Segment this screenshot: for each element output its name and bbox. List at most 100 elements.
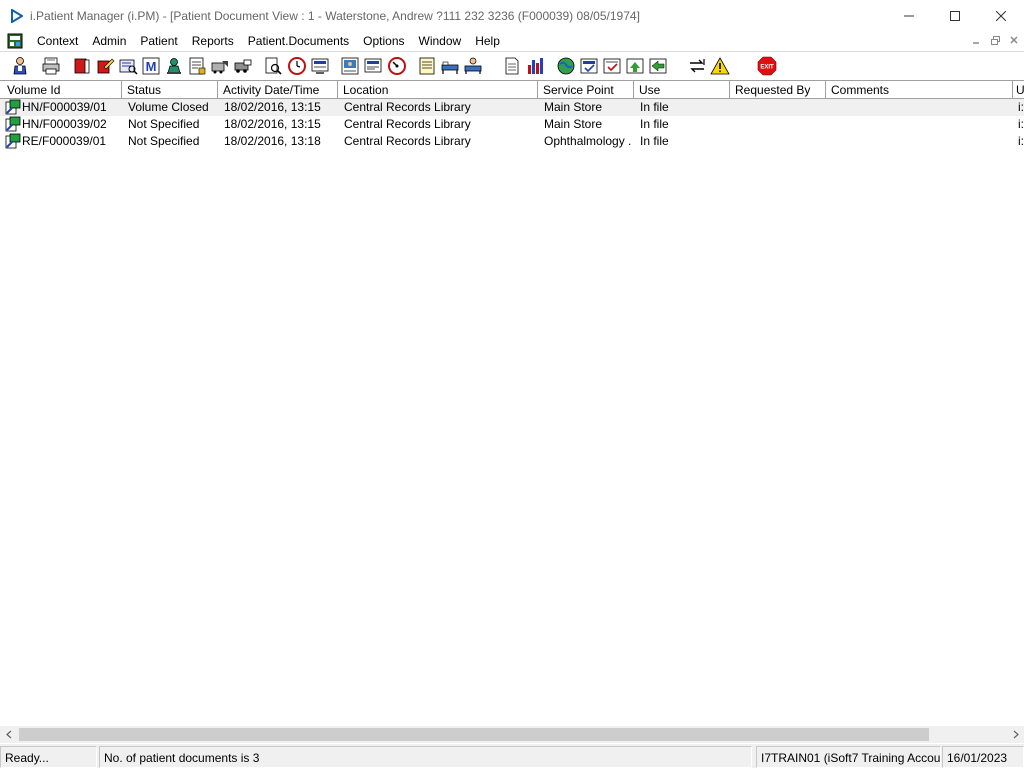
- green-arrow-icon: [626, 58, 644, 74]
- menu-context[interactable]: Context: [30, 31, 85, 51]
- transfer-icon: [211, 61, 228, 74]
- cell-location: Central Records Library: [344, 134, 471, 148]
- menu-reports[interactable]: Reports: [185, 31, 241, 51]
- toolbar-button-screen[interactable]: [309, 55, 331, 77]
- toolbar-button-clock[interactable]: [286, 55, 308, 77]
- column-header-use[interactable]: Use: [634, 81, 730, 99]
- toolbar-button-chart[interactable]: [524, 55, 546, 77]
- check-document-icon: [580, 58, 598, 74]
- toolbar-button-search-document[interactable]: [262, 55, 284, 77]
- minimize-icon: [973, 42, 979, 44]
- child-window-controls: [968, 33, 1022, 47]
- toolbar-button-globe[interactable]: [555, 55, 577, 77]
- menu-window[interactable]: Window: [412, 31, 469, 51]
- cell-service-point: Main Store: [544, 100, 603, 114]
- notes-icon: [419, 57, 435, 75]
- svg-text:M: M: [146, 59, 157, 74]
- toolbar-button-verify[interactable]: [601, 55, 623, 77]
- refresh-icon: [649, 58, 667, 74]
- toolbar-button-print[interactable]: [40, 55, 62, 77]
- toolbar-button-check-document[interactable]: [578, 55, 600, 77]
- close-button[interactable]: [978, 0, 1024, 31]
- window-title: i.Patient Manager (i.PM) - [Patient Docu…: [30, 8, 640, 23]
- cell-volume-id: HN/F000039/01: [22, 100, 107, 114]
- screen-icon: [311, 58, 329, 74]
- toolbar-button-dial[interactable]: [386, 55, 408, 77]
- menu-patient-documents[interactable]: Patient.Documents: [241, 31, 356, 51]
- column-header-requested-by[interactable]: Requested By: [730, 81, 826, 99]
- letter-m-icon: M: [142, 57, 160, 75]
- menu-help[interactable]: Help: [468, 31, 507, 51]
- restore-icon: [990, 35, 1000, 45]
- menu-options[interactable]: Options: [356, 31, 411, 51]
- toolbar-button-book[interactable]: [71, 55, 93, 77]
- app-logo-icon: [9, 8, 25, 24]
- cell-use: In file: [640, 117, 669, 131]
- cell-activity: 18/02/2016, 13:15: [224, 117, 321, 131]
- table-row[interactable]: HN/F000039/01 Volume Closed 18/02/2016, …: [0, 99, 1024, 116]
- toolbar-button-green-arrow[interactable]: [624, 55, 646, 77]
- cell-location: Central Records Library: [344, 117, 471, 131]
- cell-u: i:: [1018, 100, 1024, 114]
- menu-patient[interactable]: Patient: [133, 31, 184, 51]
- toolbar-button-warning[interactable]: [709, 55, 731, 77]
- globe-icon: [557, 57, 575, 75]
- cell-activity: 18/02/2016, 13:15: [224, 100, 321, 114]
- column-header-service-point[interactable]: Service Point: [538, 81, 634, 99]
- toolbar-button-form[interactable]: [186, 55, 208, 77]
- person-card-icon: [167, 58, 181, 74]
- toolbar-button-photo[interactable]: [339, 55, 361, 77]
- table-row[interactable]: RE/F000039/01 Not Specified 18/02/2016, …: [0, 133, 1024, 150]
- volume-icon: [5, 133, 21, 149]
- photo-icon: [341, 57, 359, 75]
- scroll-right-button[interactable]: [1007, 726, 1024, 743]
- toolbar-button-m[interactable]: M: [140, 55, 162, 77]
- maximize-button[interactable]: [932, 0, 978, 31]
- column-header-volume-id[interactable]: Volume Id: [2, 81, 122, 99]
- toolbar-button-swap[interactable]: [686, 55, 708, 77]
- toolbar-button-transfer[interactable]: [209, 55, 231, 77]
- minimize-icon: [904, 15, 914, 16]
- child-close-button[interactable]: [1006, 33, 1022, 47]
- minimize-button[interactable]: [886, 0, 932, 31]
- menu-admin[interactable]: Admin: [85, 31, 133, 51]
- window-controls: [886, 0, 1024, 31]
- cell-volume-id: HN/F000039/02: [22, 117, 107, 131]
- status-document-count: No. of patient documents is 3: [99, 746, 752, 768]
- toolbar-button-person-card[interactable]: [163, 55, 185, 77]
- verify-icon: [603, 58, 621, 74]
- toolbar-button-transport[interactable]: [232, 55, 254, 77]
- document-window-icon[interactable]: [7, 33, 23, 49]
- exit-label: EXIT: [760, 65, 774, 71]
- column-header-location[interactable]: Location: [338, 81, 538, 99]
- toolbar-button-ward[interactable]: [462, 55, 484, 77]
- column-header-comments[interactable]: Comments: [826, 81, 1013, 99]
- cell-status: Not Specified: [128, 134, 200, 148]
- toolbar-button-edit-book[interactable]: [94, 55, 116, 77]
- transport-icon: [234, 59, 252, 73]
- patient-documents-grid: Volume Id Status Activity Date/Time Loca…: [0, 80, 1024, 726]
- table-row[interactable]: HN/F000039/02 Not Specified 18/02/2016, …: [0, 116, 1024, 133]
- horizontal-scrollbar[interactable]: [0, 726, 1024, 743]
- column-header-u[interactable]: U: [1013, 81, 1024, 99]
- column-header-status[interactable]: Status: [122, 81, 218, 99]
- scroll-left-button[interactable]: [0, 726, 17, 743]
- toolbar-button-message[interactable]: [362, 55, 384, 77]
- chevron-left-icon: [5, 730, 11, 739]
- child-restore-button[interactable]: [987, 33, 1003, 47]
- toolbar-button-patient[interactable]: [9, 55, 31, 77]
- book-icon: [74, 58, 90, 74]
- toolbar: M EXIT: [0, 52, 1024, 79]
- toolbar-button-refresh[interactable]: [647, 55, 669, 77]
- toolbar-button-bed[interactable]: [439, 55, 461, 77]
- child-minimize-button[interactable]: [968, 33, 984, 47]
- bar-chart-icon: [528, 58, 543, 74]
- scroll-thumb[interactable]: [19, 728, 929, 741]
- cell-u: i:: [1018, 134, 1024, 148]
- column-header-activity[interactable]: Activity Date/Time: [218, 81, 338, 99]
- toolbar-button-notes[interactable]: [416, 55, 438, 77]
- exit-button[interactable]: EXIT: [756, 55, 778, 77]
- toolbar-button-folder-search[interactable]: [117, 55, 139, 77]
- folder-search-icon: [119, 59, 138, 75]
- toolbar-button-document[interactable]: [501, 55, 523, 77]
